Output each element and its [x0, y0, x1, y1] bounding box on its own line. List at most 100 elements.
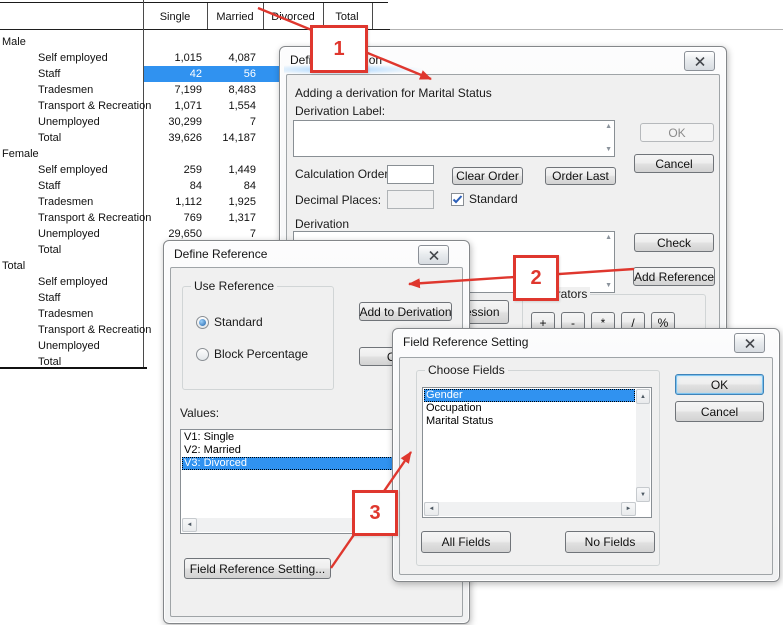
- scroll-down-icon[interactable]: ▼: [636, 487, 650, 502]
- scroll-up-icon[interactable]: ▲: [605, 234, 612, 242]
- row-label[interactable]: Staff: [38, 66, 60, 82]
- cell-value[interactable]: 42: [141, 66, 202, 82]
- row-label[interactable]: Transport & Recreation: [38, 98, 151, 114]
- callout-1: 1: [310, 25, 368, 73]
- field-reference-setting-dialog: Field Reference Setting Choose Fields ▲ …: [392, 328, 780, 582]
- scroll-down-icon[interactable]: ▼: [605, 282, 612, 290]
- row-label[interactable]: Tradesmen: [38, 82, 93, 98]
- close-icon: [745, 339, 755, 348]
- cell-value[interactable]: 1,071: [141, 98, 202, 114]
- close-button[interactable]: [418, 245, 449, 265]
- ok-button[interactable]: OK: [640, 123, 714, 142]
- values-label: Values:: [180, 406, 219, 420]
- cell-value[interactable]: 1,554: [205, 98, 256, 114]
- standard-checkbox-label[interactable]: Standard: [469, 192, 518, 206]
- standard-radio[interactable]: [196, 316, 209, 329]
- cell-value[interactable]: 7: [205, 114, 256, 130]
- row-label[interactable]: Transport & Recreation: [38, 322, 151, 338]
- vertical-scrollbar[interactable]: ▲ ▼: [636, 389, 650, 502]
- row-label[interactable]: Transport & Recreation: [38, 210, 151, 226]
- callout-2: 2: [513, 255, 559, 301]
- column-header-total[interactable]: Total: [315, 7, 379, 27]
- use-reference-group-label: Use Reference: [191, 279, 277, 293]
- field-reference-setting-titlebar[interactable]: Field Reference Setting: [393, 329, 779, 356]
- cell-value[interactable]: 259: [141, 162, 202, 178]
- scroll-up-icon[interactable]: ▲: [605, 123, 612, 131]
- standard-radio-label[interactable]: Standard: [214, 315, 263, 329]
- cell-value[interactable]: 769: [141, 210, 202, 226]
- row-label[interactable]: Total: [38, 242, 61, 258]
- row-label[interactable]: Unemployed: [38, 114, 100, 130]
- add-reference-button[interactable]: Add Reference: [633, 267, 715, 286]
- calculation-order-input[interactable]: [387, 165, 434, 184]
- table-header-underline-extension: [390, 29, 783, 30]
- derivation-caption: Derivation: [295, 217, 349, 231]
- header-column-divider: [207, 3, 208, 29]
- row-label[interactable]: Staff: [38, 290, 60, 306]
- cell-value[interactable]: 1,112: [141, 194, 202, 210]
- cell-value[interactable]: 39,626: [141, 130, 202, 146]
- scroll-right-icon[interactable]: ►: [621, 502, 636, 516]
- scroll-left-icon[interactable]: ◄: [424, 502, 439, 516]
- define-reference-titlebar[interactable]: Define Reference: [164, 241, 469, 268]
- cell-value[interactable]: 14,187: [205, 130, 256, 146]
- row-label[interactable]: Self employed: [38, 162, 108, 178]
- cell-value[interactable]: 56: [205, 66, 256, 82]
- row-label[interactable]: Staff: [38, 178, 60, 194]
- cell-value[interactable]: 30,299: [141, 114, 202, 130]
- row-label[interactable]: Tradesmen: [38, 194, 93, 210]
- fields-list-item[interactable]: Marital Status: [424, 415, 635, 428]
- cell-value[interactable]: 1,015: [141, 50, 202, 66]
- clear-order-button[interactable]: Clear Order: [452, 167, 523, 185]
- row-label[interactable]: Total: [38, 354, 61, 370]
- scroll-down-icon[interactable]: ▼: [605, 146, 612, 154]
- horizontal-scrollbar[interactable]: ◄ ►: [424, 502, 636, 516]
- row-label[interactable]: Unemployed: [38, 338, 100, 354]
- row-label[interactable]: Female: [2, 146, 39, 162]
- order-last-button[interactable]: Order Last: [545, 167, 616, 185]
- header-column-divider: [372, 3, 373, 29]
- row-label[interactable]: Total: [2, 258, 25, 274]
- ok-button[interactable]: OK: [675, 374, 764, 395]
- cell-value[interactable]: 84: [141, 178, 202, 194]
- close-button[interactable]: [684, 51, 715, 71]
- decimal-places-label: Decimal Places:: [295, 193, 381, 207]
- block-percentage-radio-label[interactable]: Block Percentage: [214, 347, 308, 361]
- scroll-up-icon[interactable]: ▲: [636, 389, 650, 404]
- cancel-button[interactable]: Cancel: [675, 401, 764, 422]
- check-button[interactable]: Check: [634, 233, 714, 252]
- dialog-title: Define Reference: [174, 247, 267, 261]
- standard-checkbox[interactable]: [451, 193, 464, 206]
- cell-value[interactable]: 7,199: [141, 82, 202, 98]
- cell-value[interactable]: 4,087: [205, 50, 256, 66]
- row-label[interactable]: Self employed: [38, 274, 108, 290]
- cell-value[interactable]: 1,317: [205, 210, 256, 226]
- no-fields-button[interactable]: No Fields: [565, 531, 655, 553]
- fields-list[interactable]: ▲ ▼ ◄ ► GenderOccupationMarital Status: [422, 387, 652, 518]
- column-header-single[interactable]: Single: [143, 7, 207, 27]
- field-reference-setting-button[interactable]: Field Reference Setting...: [184, 558, 331, 579]
- cancel-button[interactable]: Cancel: [634, 154, 714, 173]
- row-label[interactable]: Self employed: [38, 50, 108, 66]
- all-fields-button[interactable]: All Fields: [421, 531, 511, 553]
- fields-list-item[interactable]: Occupation: [424, 402, 635, 415]
- application-window: SingleMarriedDivorcedTotalMaleSelf emplo…: [0, 0, 783, 625]
- derivation-label-input[interactable]: ▲ ▼: [293, 120, 615, 157]
- decimal-places-input[interactable]: [387, 190, 434, 209]
- dialog-content: Choose Fields ▲ ▼ ◄ ► GenderOccupationMa…: [399, 357, 773, 575]
- row-label[interactable]: Male: [2, 34, 26, 50]
- close-button[interactable]: [734, 333, 765, 353]
- fields-list-item[interactable]: Gender: [424, 389, 635, 402]
- dialog-title: Field Reference Setting: [403, 335, 528, 349]
- row-label[interactable]: Unemployed: [38, 226, 100, 242]
- cell-value[interactable]: 1,449: [205, 162, 256, 178]
- row-label[interactable]: Total: [38, 130, 61, 146]
- row-label[interactable]: Tradesmen: [38, 306, 93, 322]
- column-header-married[interactable]: Married: [203, 7, 267, 27]
- cell-value[interactable]: 1,925: [205, 194, 256, 210]
- block-percentage-radio[interactable]: [196, 348, 209, 361]
- add-to-derivation-button[interactable]: Add to Derivation: [359, 302, 452, 321]
- cell-value[interactable]: 8,483: [205, 82, 256, 98]
- scroll-left-icon[interactable]: ◄: [182, 518, 197, 532]
- cell-value[interactable]: 84: [205, 178, 256, 194]
